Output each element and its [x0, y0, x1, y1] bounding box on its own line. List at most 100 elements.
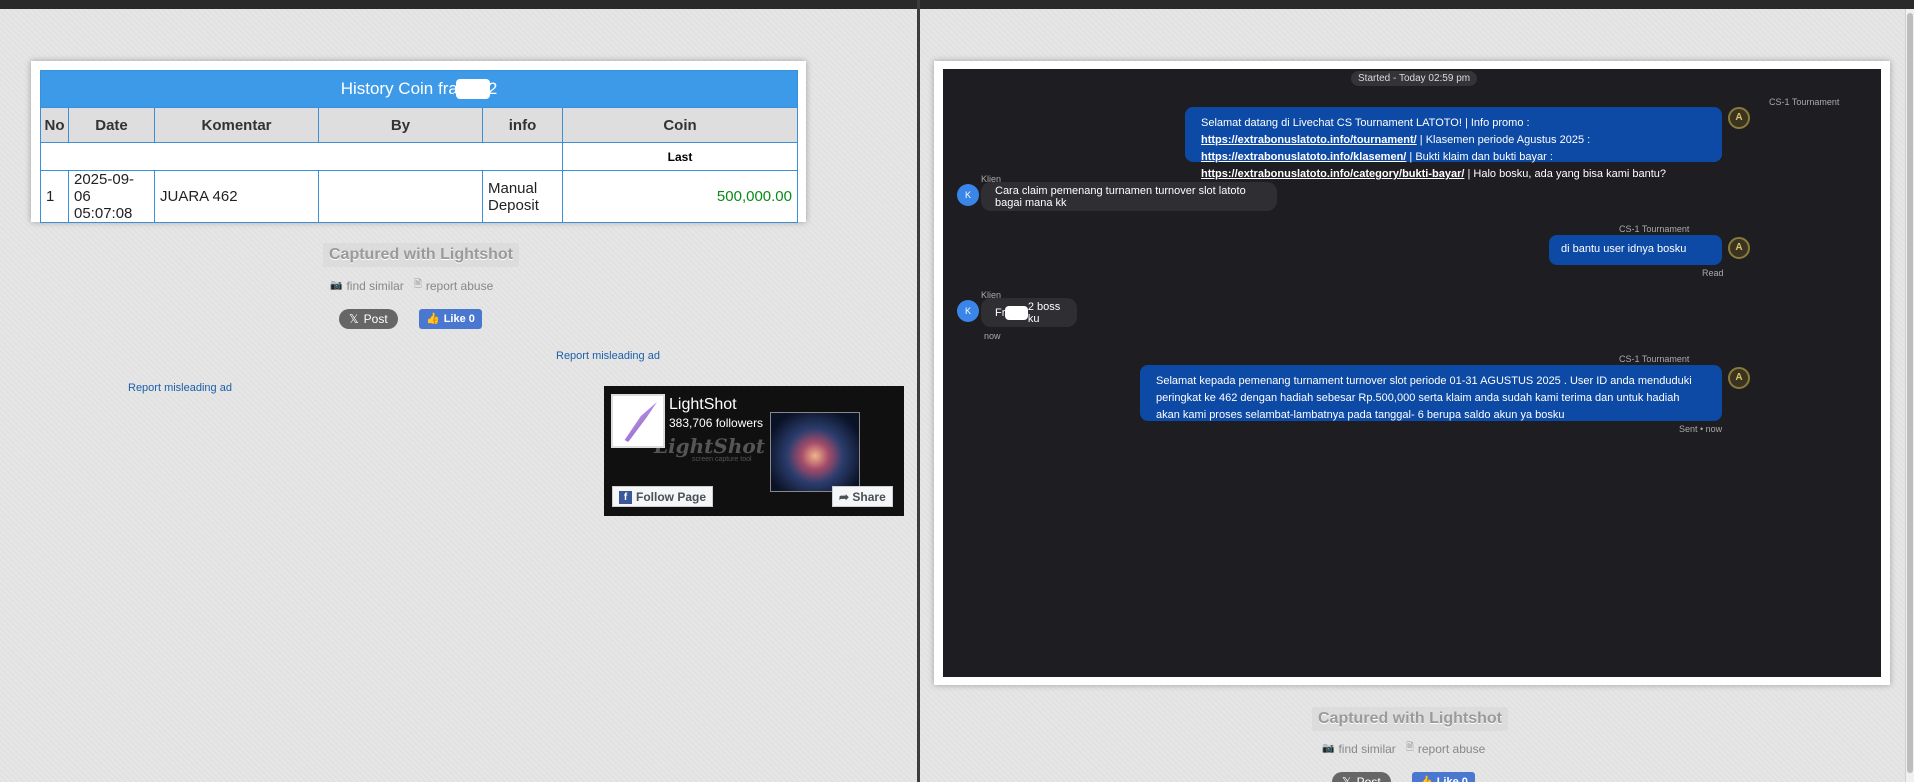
- top-bar-right: [920, 0, 1914, 9]
- message-text: 2 boss ku: [1027, 300, 1061, 325]
- facebook-page-widget[interactable]: LightShot screen capture tool LightShot …: [604, 386, 904, 516]
- cell-date: 2025-09-06 05:07:08: [68, 170, 155, 223]
- history-coin-table: History Coin fra 2 No Date Komentar By in…: [40, 70, 798, 223]
- brand-subtitle: screen capture tool: [692, 456, 752, 463]
- thumbs-up-icon: 👍: [426, 313, 440, 325]
- redaction-mask: [1005, 305, 1028, 320]
- cover-image: [770, 412, 860, 492]
- find-similar-link[interactable]: 📷 find similar: [1322, 740, 1396, 757]
- captured-label: Captured with Lightshot: [1312, 707, 1508, 731]
- followers-count: 383,706 followers: [669, 416, 764, 430]
- report-abuse-link[interactable]: 🗎 report abuse: [1406, 740, 1485, 757]
- started-pill: Started - Today 02:59 pm: [1351, 71, 1478, 86]
- col-date: Date: [68, 107, 155, 143]
- find-similar-label: find similar: [346, 278, 404, 293]
- agent-name: CS-1 Tournament: [1619, 224, 1690, 234]
- post-label: Post: [363, 312, 388, 326]
- cell-komentar: JUARA 462: [154, 170, 319, 223]
- page-name[interactable]: LightShot: [669, 396, 737, 414]
- table-row: 1 2025-09-06 05:07:08 JUARA 462 Manual D…: [40, 170, 798, 223]
- report-ad-link[interactable]: Report misleading ad: [128, 382, 232, 394]
- promo-link[interactable]: https://extrabonuslatoto.info/tournament…: [1201, 134, 1417, 146]
- facebook-icon: f: [619, 491, 632, 504]
- last-label: Last: [562, 142, 798, 171]
- client-avatar: K: [957, 300, 979, 322]
- cell-info: Manual Deposit: [482, 170, 563, 223]
- message-text: | Klasemen periode Agustus 2025 :: [1416, 134, 1591, 146]
- scrollbar-thumb[interactable]: [1907, 13, 1913, 773]
- cell-no: 1: [40, 170, 69, 223]
- report-ad-link[interactable]: Report misleading ad: [556, 350, 660, 362]
- feather-icon: [624, 402, 657, 442]
- message-text: Selamat datang di Livechat CS Tournament…: [1201, 117, 1530, 129]
- agent-message: Selamat datang di Livechat CS Tournament…: [1185, 107, 1722, 180]
- fb-like-button[interactable]: 👍 Like 0: [419, 309, 482, 329]
- thumbs-up-icon: 👍: [1419, 776, 1433, 782]
- scrollbar[interactable]: [1905, 9, 1914, 782]
- screenshot-image-right: Started - Today 02:59 pm CS-1 Tournament…: [934, 61, 1890, 685]
- x-icon: 𝕏: [349, 312, 359, 326]
- col-by: By: [318, 107, 483, 143]
- screenshot-image-left: History Coin fra 2 No Date Komentar By in…: [31, 61, 806, 223]
- redaction-mask: [455, 79, 490, 100]
- read-status: Read: [1702, 268, 1724, 278]
- image-links: 📷 find similar 🗎 report abuse: [330, 277, 493, 294]
- table-title: History Coin fra 2: [40, 70, 798, 108]
- cell-by: [318, 170, 483, 223]
- table-title-suffix: 2: [487, 78, 498, 98]
- col-coin: Coin: [562, 107, 798, 143]
- x-icon: 𝕏: [1342, 775, 1352, 782]
- image-links: 📷 find similar 🗎 report abuse: [1322, 740, 1485, 757]
- message-time: now: [984, 331, 1001, 341]
- like-label: Like 0: [443, 313, 475, 325]
- like-label: Like 0: [1436, 776, 1468, 782]
- x-post-button[interactable]: 𝕏 Post: [1332, 772, 1391, 782]
- message-text: | Halo bosku, ada yang bisa kami bantu?: [1464, 168, 1667, 180]
- empty-cell: [40, 142, 563, 171]
- col-info: info: [482, 107, 563, 143]
- fb-like-button[interactable]: 👍 Like 0: [1412, 772, 1475, 782]
- follow-page-button[interactable]: f Follow Page: [612, 486, 714, 507]
- table-title-text: History Coin fra: [340, 78, 458, 98]
- sent-status: Sent • now: [1679, 424, 1723, 434]
- camera-icon: 📷: [330, 280, 343, 291]
- x-post-button[interactable]: 𝕏 Post: [339, 309, 398, 329]
- find-similar-link[interactable]: 📷 find similar: [330, 277, 404, 294]
- agent-avatar: A: [1728, 367, 1750, 389]
- message-text: | Bukti klaim dan bukti bayar :: [1406, 151, 1553, 163]
- bukti-bayar-link[interactable]: https://extrabonuslatoto.info/category/b…: [1201, 168, 1464, 180]
- agent-name: CS-1 Tournament: [1619, 354, 1690, 364]
- klasemen-link[interactable]: https://extrabonuslatoto.info/klasemen/: [1201, 151, 1406, 163]
- share-label: Share: [852, 490, 886, 504]
- agent-avatar: A: [1728, 237, 1750, 259]
- cell-coin: 500,000.00: [562, 170, 798, 223]
- camera-icon: 📷: [1322, 743, 1335, 754]
- agent-name: CS-1 Tournament: [1769, 97, 1840, 107]
- client-avatar: K: [957, 184, 979, 206]
- document-icon: 🗎: [413, 279, 422, 290]
- table-row: Last: [40, 142, 798, 171]
- agent-avatar: A: [1728, 107, 1750, 129]
- brand-watermark: LightShot: [654, 434, 765, 458]
- report-abuse-link[interactable]: 🗎 report abuse: [414, 277, 493, 294]
- lightshot-logo[interactable]: [611, 394, 665, 448]
- message-text: Fr: [995, 306, 1006, 319]
- client-message: Fr 2 boss ku: [981, 298, 1077, 327]
- follow-label: Follow Page: [636, 490, 707, 504]
- agent-message: di bantu user idnya bosku: [1549, 235, 1722, 265]
- document-icon: 🗎: [1405, 742, 1414, 753]
- col-komentar: Komentar: [154, 107, 319, 143]
- captured-label: Captured with Lightshot: [323, 243, 519, 267]
- window-divider: [917, 0, 920, 782]
- share-icon: ➦: [839, 490, 853, 504]
- share-button[interactable]: ➦ Share: [832, 486, 893, 507]
- report-abuse-label: report abuse: [1417, 741, 1486, 756]
- top-bar-left: [0, 0, 917, 9]
- post-label: Post: [1356, 775, 1381, 782]
- client-message: Cara claim pemenang turnamen turnover sl…: [981, 182, 1277, 211]
- find-similar-label: find similar: [1338, 741, 1396, 756]
- agent-message: Selamat kepada pemenang turnament turnov…: [1140, 365, 1722, 421]
- chat-window: Started - Today 02:59 pm CS-1 Tournament…: [943, 69, 1881, 677]
- table-header-row: No Date Komentar By info Coin: [40, 107, 798, 143]
- col-no: No: [40, 107, 69, 143]
